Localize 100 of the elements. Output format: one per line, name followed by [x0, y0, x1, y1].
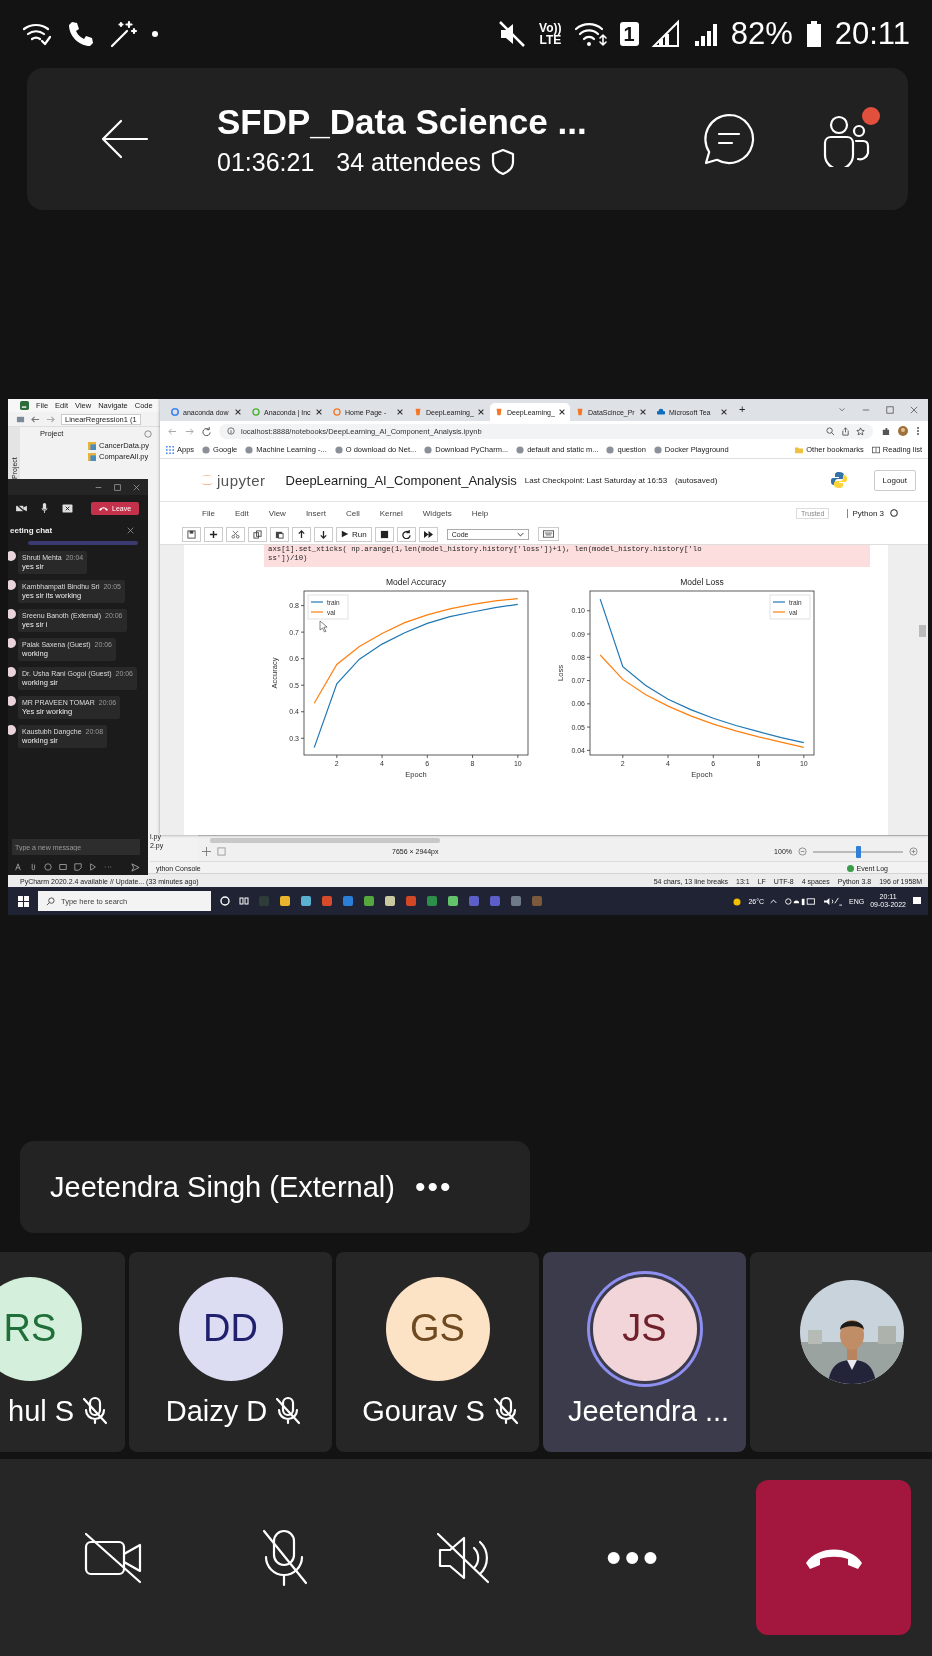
puzzle-icon[interactable]	[881, 426, 890, 436]
info-icon[interactable]	[227, 427, 235, 435]
paste-icon[interactable]	[275, 529, 284, 539]
more-button[interactable]: •••	[606, 1532, 756, 1583]
reload-icon[interactable]	[202, 426, 211, 436]
cortana-icon[interactable]	[220, 896, 230, 906]
app-icon[interactable]	[384, 895, 396, 907]
format-icon[interactable]	[14, 863, 22, 871]
back-icon[interactable]	[99, 117, 151, 161]
save-icon[interactable]	[187, 529, 196, 539]
zoom-slider-thumb[interactable]	[856, 845, 861, 858]
windows-start-icon[interactable]	[18, 895, 29, 907]
add-icon[interactable]	[209, 529, 218, 539]
app-icon[interactable]	[342, 895, 354, 907]
scrollbar[interactable]	[919, 625, 926, 637]
close-icon[interactable]	[559, 409, 565, 415]
move-icon[interactable]	[202, 847, 211, 856]
share-icon[interactable]	[841, 426, 850, 436]
volume-icon[interactable]	[823, 896, 843, 906]
app-icon[interactable]	[447, 895, 459, 907]
close-icon[interactable]	[721, 409, 727, 415]
zoom-in-icon[interactable]	[909, 847, 918, 856]
share-screen-icon[interactable]	[62, 503, 73, 513]
keyboard-icon[interactable]	[542, 530, 554, 538]
loop-icon[interactable]	[89, 863, 97, 871]
microphone-icon[interactable]	[41, 503, 48, 513]
avatar: DD	[178, 1276, 283, 1381]
logo-text: jupyter	[217, 471, 266, 489]
run-button[interactable]: Run	[336, 526, 372, 542]
dropdown-icon[interactable]	[838, 406, 846, 414]
scrollbar[interactable]	[210, 838, 440, 843]
menu-item[interactable]: Insert	[305, 508, 326, 518]
participant-tile[interactable]: GS Gourav S	[336, 1252, 539, 1452]
mouse-cursor-icon	[319, 620, 328, 633]
participant-tile[interactable]: DD Daizy D	[129, 1252, 332, 1452]
notifications-icon[interactable]	[912, 896, 922, 906]
sticker-icon[interactable]	[74, 863, 82, 871]
send-icon[interactable]	[131, 862, 140, 872]
menu-item[interactable]: Widgets	[422, 508, 452, 518]
menu-item[interactable]: Edit	[234, 508, 249, 518]
system-tray-icon[interactable]	[783, 896, 817, 906]
tab-favicon-icon	[333, 408, 341, 416]
magic-wand-icon	[108, 19, 138, 49]
call-duration: 01:36:21	[217, 147, 315, 177]
participant-name: Gourav S	[362, 1394, 485, 1428]
participant-tile[interactable]: JS Jeetendra ...	[543, 1252, 746, 1452]
app-icon[interactable]	[426, 895, 438, 907]
chart-title: Model Accuracy	[386, 577, 446, 587]
weather-icon[interactable]	[732, 896, 743, 906]
avatar-icon	[8, 725, 17, 736]
new-tab-button[interactable]: +	[733, 402, 752, 418]
cut-icon[interactable]	[231, 529, 240, 539]
close-icon[interactable]	[397, 409, 403, 415]
close-icon[interactable]	[640, 409, 646, 415]
meeting-title: SFDP_Data Science ...	[217, 101, 588, 142]
maximize-icon[interactable]	[886, 406, 894, 414]
star-icon[interactable]	[856, 426, 865, 436]
autosave-status: (autosaved)	[675, 475, 718, 485]
menu-item[interactable]: Help	[471, 508, 489, 518]
close-icon[interactable]	[316, 409, 322, 415]
attach-icon[interactable]	[29, 863, 37, 871]
stop-icon[interactable]	[379, 529, 389, 539]
menu-item[interactable]: Kernel	[379, 508, 403, 518]
bookmark-favicon-icon	[334, 445, 343, 454]
chevron-up-icon[interactable]	[770, 897, 777, 905]
tab-favicon-icon	[576, 408, 584, 416]
camera-off-icon[interactable]	[16, 503, 27, 513]
gif-icon[interactable]	[59, 863, 67, 871]
down-arrow-icon[interactable]	[319, 529, 328, 539]
emoji-icon[interactable]	[44, 863, 52, 871]
restart-icon[interactable]	[401, 529, 411, 539]
app-icon[interactable]	[363, 895, 375, 907]
menu-item[interactable]: Cell	[345, 508, 360, 518]
copy-icon[interactable]	[253, 529, 262, 539]
menu-icon[interactable]	[916, 426, 920, 436]
kernel-name[interactable]: Python 3	[847, 508, 884, 518]
participant-tile[interactable]	[750, 1252, 932, 1452]
caret-icon	[516, 530, 524, 538]
clock: 20:11	[834, 16, 910, 52]
up-arrow-icon[interactable]	[297, 529, 306, 539]
profile-avatar-icon[interactable]	[898, 426, 908, 436]
hang-up-button[interactable]	[756, 1480, 911, 1635]
participant-tile[interactable]: RS hul S	[0, 1252, 125, 1452]
menu-item[interactable]: File	[202, 508, 215, 518]
notebook-title[interactable]: DeepLearning_AI_Component_Analysis	[285, 472, 517, 488]
chart-legend	[307, 594, 349, 620]
more-options-button[interactable]: •••	[415, 1170, 453, 1204]
menu-item[interactable]: View	[268, 508, 286, 518]
maximize-icon[interactable]	[114, 483, 121, 491]
close-icon[interactable]	[478, 409, 484, 415]
fast-forward-icon[interactable]	[423, 529, 433, 539]
app-icon[interactable]	[279, 895, 291, 907]
tab-favicon-icon	[657, 408, 665, 416]
search-icon[interactable]	[826, 426, 835, 436]
task-view-icon[interactable]	[239, 896, 249, 906]
battery-percentage: 82%	[730, 16, 793, 52]
close-icon[interactable]	[235, 409, 241, 415]
zoom-out-icon[interactable]	[798, 847, 807, 856]
logout-button[interactable]: Logout	[873, 469, 916, 491]
app-icon[interactable]	[300, 895, 312, 907]
